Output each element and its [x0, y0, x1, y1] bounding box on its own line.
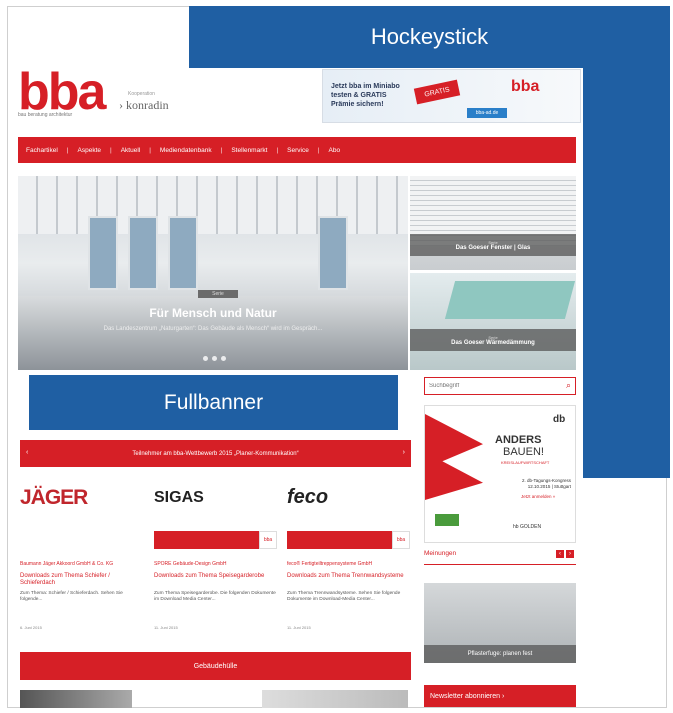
company-card[interactable]: JÄGER Baumann Jäger Akkoord GmbH & Co. K…	[20, 475, 143, 635]
slider-dots[interactable]	[203, 356, 226, 361]
side-feature-title: Das Goeser Wärmedämmung	[451, 339, 535, 346]
hero-tag: Serie	[198, 290, 238, 298]
db-logo: db	[553, 414, 566, 425]
article-thumbnail[interactable]	[20, 690, 132, 708]
company-title[interactable]: Downloads zum Thema Trennwandsysteme	[287, 573, 410, 580]
main-nav: Fachartikel | Aspekte | Aktuell | Mediendat…	[18, 137, 576, 163]
company-logo: SIGAS	[154, 475, 277, 520]
side-feature-caption: Serie Das Goeser Fenster | Glas	[410, 234, 576, 256]
hero-slider[interactable]: Serie Für Mensch und Natur Das Landeszen…	[18, 176, 408, 370]
hero-title[interactable]: Für Mensch und Natur	[18, 306, 408, 320]
section-header-gebaeudehuelle[interactable]: Gebäudehülle	[20, 652, 411, 680]
sigas-logo: SIGAS	[154, 488, 204, 506]
ad-bottom-text: hb GOLDEN	[513, 524, 542, 530]
company-desc: Zum Thema Trennwandsysteme. Sehen Sie fo…	[287, 591, 401, 602]
ad-info: 2. db-Tagungs-Kongress 12.10.2015 | Stut…	[521, 478, 571, 489]
nav-item-fachartikel[interactable]: Fachartikel	[26, 147, 58, 154]
jaeger-logo: JÄGER	[20, 485, 88, 509]
newsletter-button[interactable]: Newsletter abonnieren ›	[424, 685, 576, 707]
slider-dot[interactable]	[212, 356, 217, 361]
company-name: SPORE Gebäude-Design GmbH	[154, 561, 227, 567]
nav-item-abo[interactable]: Abo	[329, 147, 341, 154]
company-title[interactable]: Downloads zum Thema Speisegarderobe	[154, 573, 277, 580]
company-card[interactable]: feco bba feco® Fertigteiltreppensysteme …	[287, 475, 410, 635]
company-desc: Zum Thema Speisegarderobe. Die folgenden…	[154, 591, 276, 602]
company-title[interactable]: Downloads zum Thema Schiefer / Schieferd…	[20, 573, 143, 587]
feco-logo: feco	[287, 486, 329, 508]
side-ad-anders-bauen[interactable]: db ANDERS BAUEN! KREISLAUFWIRTSCHAFT 2. …	[424, 405, 576, 543]
ad-button[interactable]: bba-ad.de	[467, 108, 507, 118]
hockeystick-ad-vertical	[583, 6, 670, 478]
meinungen-header: Meinungen ‹ ›	[424, 548, 576, 565]
slider-dot[interactable]	[221, 356, 226, 361]
search-input[interactable]	[429, 380, 557, 392]
nav-item-mediendatenbank[interactable]: Mediendatenbank	[160, 147, 212, 154]
hero-subtitle: Das Landeszentrum „Naturgarten“: Das Geb…	[103, 326, 323, 332]
top-banner-ad[interactable]: Jetzt bba im Miniabo testen & GRATIS Prä…	[322, 69, 581, 123]
company-desc: Zum Thema: Schiefer / Schieferdach. Sehe…	[20, 591, 123, 602]
contest-title: Teilnehmer am bba-Wettbewerb 2015 „Plane…	[132, 450, 299, 457]
article-thumbnail[interactable]	[262, 690, 408, 708]
fullbanner-ad-slot: Fullbanner	[29, 375, 398, 430]
insulation-image	[444, 281, 576, 319]
bba-mini-badge: bba	[392, 531, 410, 549]
ad-logo: bba	[511, 78, 540, 95]
company-date: 11. Juni 2015	[154, 625, 178, 630]
bba-mini-badge: bba	[259, 531, 277, 549]
nav-item-aktuell[interactable]: Aktuell	[121, 147, 141, 154]
side-feature-2[interactable]: Serie Das Goeser Wärmedämmung	[410, 273, 576, 370]
company-logo: JÄGER	[20, 475, 143, 520]
meinungen-next-button[interactable]: ›	[566, 550, 574, 558]
opinion-caption: Pflasterfuge: planen fest	[424, 645, 576, 663]
contest-bar[interactable]: ‹ Teilnehmer am bba-Wettbewerb 2015 „Pla…	[20, 440, 411, 467]
ad-text: Jetzt bba im Miniabo testen & GRATIS Prä…	[331, 83, 400, 108]
konradin-logo[interactable]: › konradin	[119, 98, 169, 113]
hero-window	[128, 216, 158, 290]
ad-headline-2: BAUEN!	[503, 446, 544, 458]
sponsor-logo	[435, 514, 459, 526]
logo-subtitle: bau beratung architektur	[18, 112, 73, 118]
hero-window	[88, 216, 118, 290]
side-feature-1[interactable]: Serie Das Goeser Fenster | Glas	[410, 176, 576, 270]
side-feature-title: Das Goeser Fenster | Glas	[455, 244, 531, 251]
side-feature-caption: Serie Das Goeser Wärmedämmung	[410, 329, 576, 351]
ad-arrow-shape	[425, 414, 483, 500]
nav-item-aspekte[interactable]: Aspekte	[78, 147, 102, 154]
ad-register-link[interactable]: Jetzt anmelden »	[521, 494, 555, 499]
search-box: ⌕	[424, 377, 576, 395]
company-name: feco® Fertigteiltreppensysteme GmbH	[287, 561, 373, 567]
nav-item-service[interactable]: Service	[287, 147, 309, 154]
partner-name: konradin	[126, 98, 169, 112]
contest-next-arrow[interactable]: ›	[403, 449, 405, 456]
search-icon[interactable]: ⌕	[566, 380, 571, 391]
hero-window	[318, 216, 348, 290]
company-card[interactable]: SIGAS bba SPORE Gebäude-Design GmbH Down…	[154, 475, 277, 635]
hero-window	[168, 216, 198, 290]
company-name: Baumann Jäger Akkoord GmbH & Co. KG	[20, 561, 114, 567]
ad-headline-3: KREISLAUFWIRTSCHAFT	[501, 460, 550, 465]
slider-dot[interactable]	[203, 356, 208, 361]
nav-item-stellenmarkt[interactable]: Stellenmarkt	[231, 147, 267, 154]
company-logo: feco	[287, 475, 410, 520]
ad-ribbon: GRATIS	[413, 79, 461, 105]
opinion-teaser[interactable]: Pflasterfuge: planen fest	[424, 583, 576, 663]
company-date: 11. Juni 2015	[287, 625, 311, 630]
ad-headline-1: ANDERS	[495, 434, 542, 446]
meinungen-prev-button[interactable]: ‹	[556, 550, 564, 558]
company-date: 6. Juni 2015	[20, 625, 42, 630]
partner-kicker: Kooperation	[128, 91, 155, 97]
meinungen-label: Meinungen	[424, 550, 457, 557]
hero-ceiling	[18, 176, 408, 234]
contest-prev-arrow[interactable]: ‹	[26, 449, 28, 456]
hockeystick-ad-slot: Hockeystick	[189, 6, 670, 68]
